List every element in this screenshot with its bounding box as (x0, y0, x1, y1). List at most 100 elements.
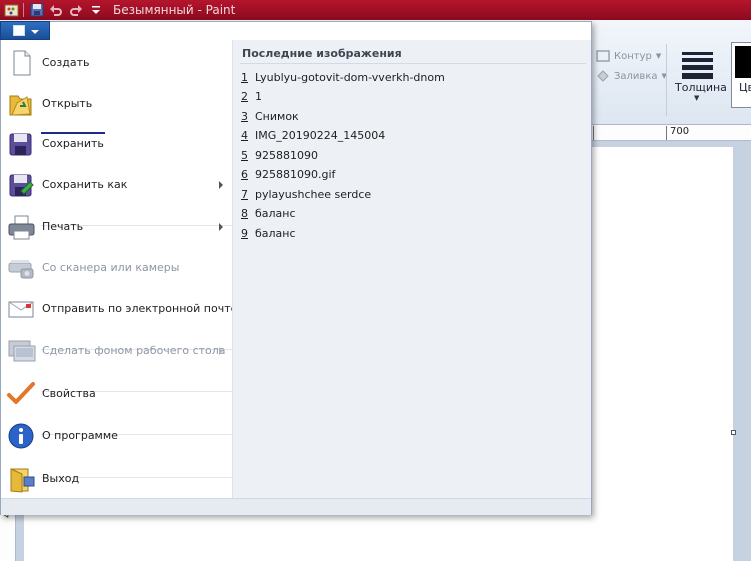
recent-item[interactable]: 9 баланс (240, 225, 580, 243)
open-folder-icon (6, 90, 36, 118)
thickness-button[interactable]: Толщина ▼ (674, 46, 727, 112)
menu-item-label: Открыть (42, 97, 93, 110)
email-icon (6, 295, 36, 323)
recent-item[interactable]: 5 925881090 (240, 147, 580, 165)
recent-item[interactable]: 6 925881090.gif (240, 166, 580, 184)
recent-item[interactable]: 3 Снимок (240, 108, 580, 126)
checkmark-icon (6, 380, 36, 408)
ribbon-separator (666, 44, 667, 116)
recent-item-name: IMG_20190224_145004 (255, 129, 386, 142)
outline-label: Контур (614, 50, 652, 62)
recent-item[interactable]: 4 IMG_20190224_145004 (240, 127, 580, 145)
thickness-lines-icon (682, 52, 713, 82)
menu-item-new[interactable]: Создать (1, 44, 232, 82)
menu-item-print[interactable]: Печать (1, 208, 232, 246)
customize-qat-icon[interactable] (88, 2, 104, 18)
fill-label: Заливка (614, 70, 658, 82)
recent-item-name: Снимок (255, 110, 299, 123)
window-title: Безымянный - Paint (113, 3, 236, 17)
file-menu-button[interactable] (0, 21, 50, 40)
thickness-label: Толщина (675, 81, 727, 94)
recent-item-number: 9 (241, 227, 248, 240)
menu-item-email[interactable]: Отправить по электронной почте (1, 290, 237, 328)
menu-item-label: Свойства (42, 387, 96, 400)
menu-item-save[interactable]: Сохранить (1, 125, 232, 163)
outline-dropdown[interactable]: Контур ▼ (596, 48, 661, 64)
recent-images-panel: Последние изображения 1 Lyublyu-gotovit-… (232, 40, 591, 498)
color1-button[interactable]: Цв (731, 42, 751, 108)
recent-item-number: 5 (241, 149, 248, 162)
recent-item-number: 2 (241, 90, 248, 103)
undo-icon[interactable] (48, 2, 64, 18)
recent-item[interactable]: 1 Lyublyu-gotovit-dom-vverkh-dnom (240, 69, 580, 87)
quick-save-icon[interactable] (29, 2, 45, 18)
recent-item-number: 3 (241, 110, 248, 123)
recent-item[interactable]: 8 баланс (240, 205, 580, 223)
fill-bucket-icon (597, 70, 609, 82)
recent-item-name: 1 (255, 90, 262, 103)
submenu-arrow-icon (219, 347, 223, 355)
recent-item-name: Lyublyu-gotovit-dom-vverkh-dnom (255, 71, 445, 84)
menu-item-open[interactable]: Открыть (1, 85, 232, 123)
qat-separator (23, 3, 24, 17)
paint-app-icon[interactable] (3, 2, 19, 18)
recent-item-name: 925881090.gif (255, 168, 336, 181)
menu-bottom-bar (1, 498, 591, 515)
canvas-resize-handle[interactable] (731, 430, 736, 435)
recent-item-name: баланс (255, 207, 296, 220)
new-document-icon (6, 49, 36, 77)
scanner-icon (6, 254, 36, 282)
recent-item[interactable]: 7 pylayushchee serdce (240, 186, 580, 204)
menu-item-about[interactable]: О программе (1, 417, 232, 455)
exit-icon (6, 465, 36, 493)
menu-item-exit[interactable]: Выход (1, 460, 232, 498)
info-icon (6, 422, 36, 450)
recent-item-number: 1 (241, 71, 248, 84)
recent-item-number: 4 (241, 129, 248, 142)
menu-item-label: Сделать фоном рабочего стола (42, 344, 226, 357)
color1-label: Цв (739, 81, 751, 94)
menu-item-label: Сохранить (42, 137, 104, 150)
recent-item[interactable]: 2 1 (240, 88, 580, 106)
printer-icon (6, 213, 36, 241)
redo-icon[interactable] (68, 2, 84, 18)
menu-item-label: О программе (42, 429, 118, 442)
ruler-tick (666, 126, 667, 140)
menu-item-scanner[interactable]: Со сканера или камеры (1, 249, 232, 287)
menu-item-label: Со сканера или камеры (42, 261, 180, 274)
save-floppy-icon (6, 130, 36, 158)
menu-item-label: Отправить по электронной почте (42, 302, 238, 315)
menu-item-label: Печать (42, 220, 84, 233)
application-menu: Создать Открыть Сохранить Сохранить как (0, 21, 592, 515)
recent-item-number: 6 (241, 168, 248, 181)
file-menu-doc-icon (13, 25, 25, 36)
open-item-underline (41, 132, 105, 134)
recent-item-number: 7 (241, 188, 248, 201)
submenu-arrow-icon (219, 181, 223, 189)
fill-dropdown[interactable]: Заливка ▼ (596, 68, 667, 84)
recent-item-number: 8 (241, 207, 248, 220)
menu-item-save-as[interactable]: Сохранить как (1, 166, 232, 204)
outline-icon (596, 50, 610, 62)
recent-images-title: Последние изображения (242, 47, 402, 60)
outline-caret-icon: ▼ (655, 52, 662, 60)
recent-item-name: pylayushchee serdce (255, 188, 372, 201)
color1-swatch (735, 46, 751, 78)
desktop-background-icon (6, 337, 36, 365)
menu-item-properties[interactable]: Свойства (1, 375, 232, 413)
menu-item-label: Создать (42, 56, 90, 69)
ruler-label-700: 700 (670, 126, 690, 137)
menu-item-label: Выход (42, 472, 80, 485)
title-bar: Безымянный - Paint (0, 0, 751, 20)
menu-item-label: Сохранить как (42, 178, 128, 191)
recent-item-name: баланс (255, 227, 296, 240)
recent-images-divider (240, 63, 586, 64)
ruler-tick (593, 126, 594, 140)
menu-item-set-desktop-background[interactable]: Сделать фоном рабочего стола (1, 332, 232, 370)
menu-commands: Создать Открыть Сохранить Сохранить как (1, 40, 237, 498)
thickness-caret-icon: ▼ (694, 94, 700, 102)
file-menu-caret-icon (31, 30, 39, 34)
submenu-arrow-icon (219, 223, 223, 231)
recent-item-name: 925881090 (255, 149, 318, 162)
save-as-icon (6, 171, 36, 199)
